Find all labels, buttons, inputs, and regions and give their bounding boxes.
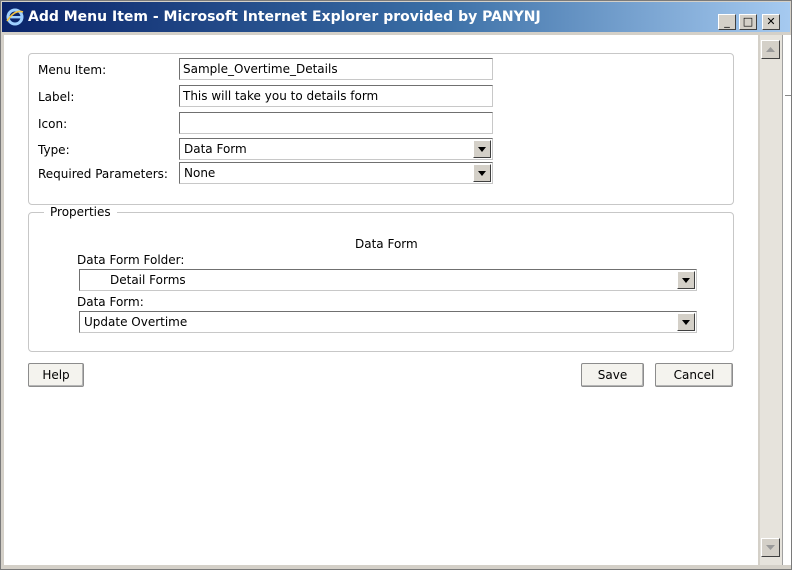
required-parameters-select[interactable]: None (179, 162, 493, 184)
type-label: Type: (38, 143, 70, 157)
chevron-down-icon[interactable] (677, 313, 695, 331)
ie-logo-icon (6, 8, 24, 26)
type-select[interactable]: Data Form (179, 138, 493, 160)
label-label: Label: (38, 90, 75, 104)
data-form-label: Data Form: (77, 295, 144, 309)
save-button[interactable]: Save (581, 363, 644, 387)
data-form-folder-select[interactable]: Detail Forms (79, 269, 697, 291)
scroll-up-icon[interactable] (761, 40, 780, 59)
chevron-down-icon[interactable] (473, 140, 491, 158)
menu-item-label: Menu Item: (38, 63, 107, 77)
data-form-folder-value: Detail Forms (110, 273, 186, 287)
type-select-value: Data Form (184, 142, 247, 156)
browser-window: Add Menu Item - Microsoft Internet Explo… (0, 0, 792, 570)
scroll-down-icon[interactable] (761, 538, 780, 557)
menu-item-input[interactable]: Sample_Overtime_Details (179, 58, 493, 80)
maximize-button[interactable]: □ (739, 14, 757, 30)
help-button[interactable]: Help (28, 363, 84, 387)
maximize-icon: □ (742, 15, 754, 28)
close-icon: ✕ (766, 15, 776, 28)
data-form-folder-label: Data Form Folder: (77, 253, 185, 267)
close-button[interactable]: ✕ (762, 14, 780, 30)
minimize-icon: _ (724, 15, 730, 28)
chevron-down-icon[interactable] (473, 164, 491, 182)
edge-divider (785, 95, 791, 96)
window-title: Add Menu Item - Microsoft Internet Explo… (28, 9, 541, 25)
title-bar[interactable]: Add Menu Item - Microsoft Internet Explo… (2, 2, 790, 32)
menu-item-group: Menu Item: Sample_Overtime_Details Label… (28, 53, 734, 205)
icon-label: Icon: (38, 117, 68, 131)
vertical-scrollbar[interactable] (760, 35, 782, 565)
minimize-button[interactable]: _ (718, 14, 736, 30)
dialog-content: Menu Item: Sample_Overtime_Details Label… (4, 35, 758, 565)
icon-input[interactable] (179, 112, 493, 134)
data-form-value: Update Overtime (84, 315, 188, 329)
properties-legend: Properties (44, 205, 117, 219)
required-parameters-value: None (184, 166, 216, 180)
required-parameters-label: Required Parameters: (38, 167, 168, 181)
chevron-down-icon[interactable] (677, 271, 695, 289)
background-window-edge (782, 35, 791, 565)
properties-section-title: Data Form (355, 237, 418, 251)
data-form-select[interactable]: Update Overtime (79, 311, 697, 333)
cancel-button[interactable]: Cancel (655, 363, 733, 387)
label-input[interactable]: This will take you to details form (179, 85, 493, 107)
properties-group: Properties Data Form Data Form Folder: D… (28, 205, 734, 352)
